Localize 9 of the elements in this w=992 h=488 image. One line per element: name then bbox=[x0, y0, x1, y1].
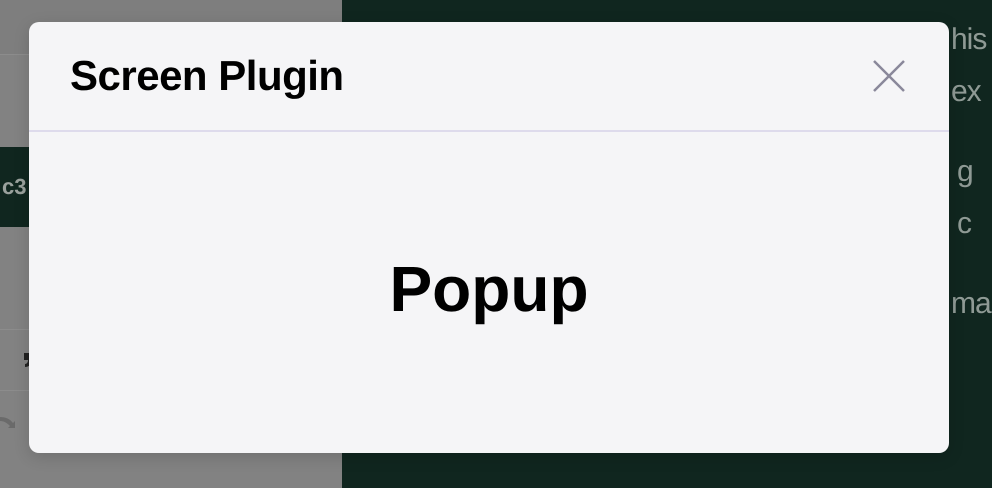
body-text: ma bbox=[951, 286, 991, 322]
body-text: g bbox=[957, 154, 973, 190]
dialog-title: Screen Plugin bbox=[70, 52, 344, 100]
body-text: ex bbox=[951, 74, 981, 110]
badge-text: c3 bbox=[2, 174, 26, 200]
popup-text: Popup bbox=[389, 252, 589, 326]
body-text: c bbox=[957, 206, 971, 242]
close-icon bbox=[873, 60, 905, 92]
body-text: his bbox=[951, 22, 986, 58]
